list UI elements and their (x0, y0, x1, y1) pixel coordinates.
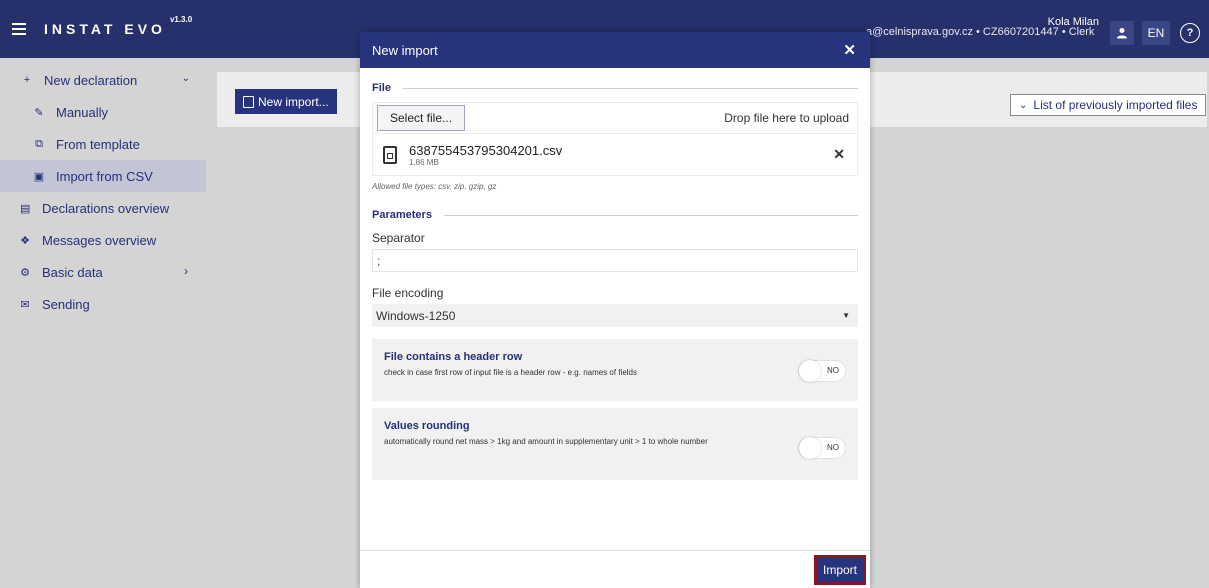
file-import-icon (243, 95, 254, 108)
separator-label: Separator (372, 231, 425, 245)
chevron-right-icon: › (184, 264, 188, 278)
header-row-toggle[interactable]: NO (798, 360, 846, 382)
app-logo: INSTAT EVOv1.3.0 (44, 15, 192, 37)
file-size: 1.86 MB (409, 157, 439, 167)
header-row-option: File contains a header row check in case… (372, 339, 858, 401)
chevron-down-icon: ⌄ (1019, 99, 1028, 111)
values-rounding-toggle[interactable]: NO (798, 437, 846, 459)
sidebar-item-label: New declaration (44, 72, 138, 88)
sidebar-item-messages-overview[interactable]: ❖ Messages overview (0, 224, 206, 256)
allowed-file-types: Allowed file types: csv, zip, gzip, gz (372, 182, 497, 191)
values-rounding-option: Values rounding automatically round net … (372, 408, 858, 480)
file-name: 638755453795304201.csv (409, 142, 563, 158)
select-file-button[interactable]: Select file... (377, 105, 466, 131)
sidebar-item-label: Messages overview (42, 232, 157, 248)
sidebar-item-label: Import from CSV (56, 168, 153, 184)
toggle-state: NO (827, 443, 839, 452)
toggle-knob (799, 437, 821, 459)
parameters-section-title: Parameters (372, 209, 858, 221)
dialog-title: New import (372, 42, 438, 58)
sidebar-item-import-from-csv[interactable]: ▣ Import from CSV (0, 160, 206, 192)
selected-file: 638755453795304201.csv 1.86 MB ✕ (372, 134, 858, 176)
header-row-description: check in case first row of input file is… (384, 368, 638, 377)
toggle-knob (799, 360, 821, 382)
sidebar-item-new-declaration[interactable]: + New declaration ⌄ (0, 64, 206, 96)
csv-file-icon (383, 145, 397, 164)
sidebar-item-label: Declarations overview (42, 200, 170, 216)
file-dropzone[interactable]: Select file... Drop file here to upload (372, 102, 858, 134)
dialog-body: File Select file... Drop file here to up… (360, 82, 870, 480)
sidebar-item-label: Manually (56, 104, 109, 120)
sidebar-item-label: Sending (42, 296, 90, 312)
sidebar-item-basic-data[interactable]: ⚙ Basic data › (0, 256, 206, 288)
encoding-value: Windows-1250 (376, 308, 456, 323)
edit-icon: ✎ (34, 106, 44, 119)
encoding-select[interactable]: Windows-1250 ▼ (372, 304, 858, 327)
file-section-title: File (372, 82, 858, 94)
document-icon: ▤ (20, 202, 31, 215)
previous-imports-label: List of previously imported files (1033, 98, 1198, 112)
sidebar-item-label: Basic data (42, 264, 103, 280)
user-name: Kola Milan (1047, 16, 1099, 28)
new-import-dialog: New import ✕ File Select file... Drop fi… (360, 32, 870, 588)
section-label: File (372, 82, 391, 94)
drop-hint: Drop file here to upload (724, 111, 849, 125)
dialog-footer: Import (360, 550, 870, 588)
copy-icon: ⧉ (35, 137, 43, 150)
encoding-label: File encoding (372, 286, 444, 300)
file-import-icon: ▣ (33, 170, 45, 183)
user-icon[interactable] (1110, 21, 1134, 45)
sidebar-item-manually[interactable]: ✎ Manually (0, 96, 206, 128)
help-icon[interactable]: ? (1180, 23, 1200, 43)
sidebar-item-sending[interactable]: ✉ Sending (0, 288, 206, 320)
gear-icon: ⚙ (20, 266, 30, 279)
separator-input[interactable]: ; (372, 249, 858, 272)
user-info: Kola Milan (1048, 16, 1099, 28)
plus-icon: + (23, 74, 31, 86)
toggle-state: NO (827, 366, 839, 375)
previous-imports-button[interactable]: ⌄ List of previously imported files (1010, 94, 1207, 116)
import-button[interactable]: Import (813, 555, 866, 585)
new-import-label: New import... (258, 94, 329, 109)
chevron-down-icon: ⌄ (181, 73, 190, 84)
sidebar-item-from-template[interactable]: ⧉ From template (0, 128, 206, 160)
envelope-icon: ✉ (20, 298, 30, 311)
sidebar: + New declaration ⌄ ✎ Manually ⧉ From te… (0, 58, 206, 588)
values-rounding-title: Values rounding (384, 420, 470, 432)
close-icon[interactable]: ✕ (843, 41, 856, 59)
header-row-title: File contains a header row (384, 351, 523, 363)
menu-icon[interactable] (12, 23, 26, 35)
language-button[interactable]: EN (1142, 21, 1170, 45)
remove-file-icon[interactable]: ✕ (833, 146, 845, 163)
new-import-button[interactable]: New import... (235, 89, 337, 114)
app-version: v1.3.0 (169, 15, 193, 25)
values-rounding-description: automatically round net mass > 1kg and a… (384, 437, 708, 446)
dialog-header: New import ✕ (360, 32, 870, 68)
messages-icon: ❖ (20, 234, 30, 247)
sidebar-item-label: From template (56, 136, 140, 152)
dropdown-arrow-icon: ▼ (842, 311, 850, 320)
app-title: INSTAT EVO (44, 21, 166, 37)
sidebar-item-declarations-overview[interactable]: ▤ Declarations overview (0, 192, 206, 224)
section-label: Parameters (372, 209, 432, 221)
